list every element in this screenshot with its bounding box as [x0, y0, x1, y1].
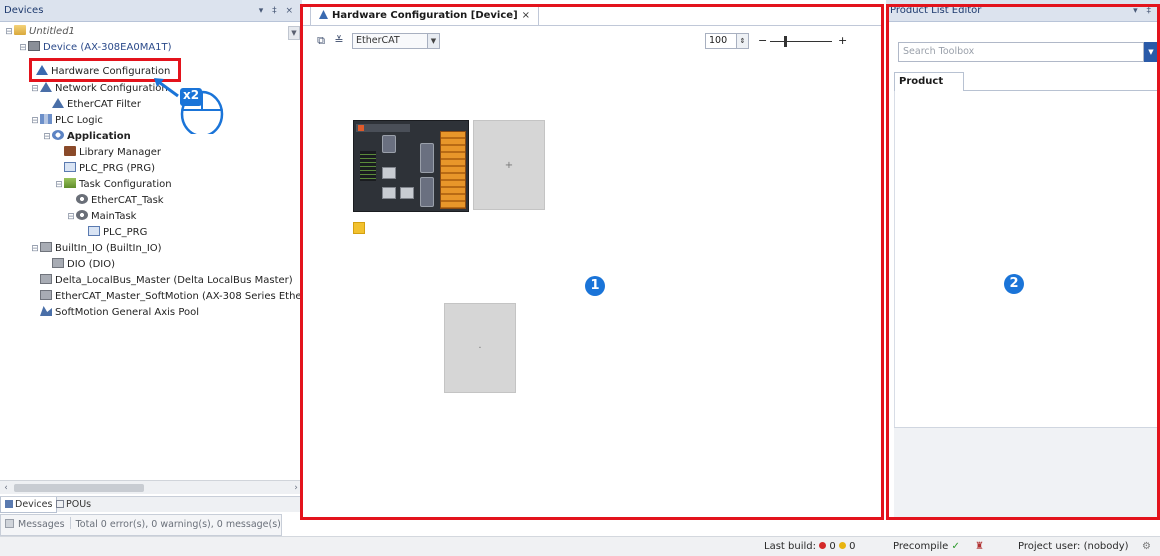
- task-icon: [76, 210, 88, 220]
- user-icon[interactable]: ♜: [975, 537, 984, 556]
- collapse-icon[interactable]: ⊟: [30, 241, 40, 257]
- devices-pane-header: Devices ▾ ‡ ×: [0, 0, 302, 22]
- project-icon: [14, 25, 26, 35]
- double-click-callout: x2: [154, 74, 234, 138]
- tree-item-plc-logic[interactable]: ⊟ PLC Logic: [30, 113, 103, 129]
- collapse-icon[interactable]: ⊟: [18, 40, 28, 56]
- tab-pous[interactable]: POUs: [52, 497, 95, 513]
- task-config-icon: [64, 178, 76, 188]
- error-icon: [819, 542, 827, 549]
- scroll-left-icon[interactable]: ‹: [0, 481, 12, 495]
- tree-item-library-manager[interactable]: Library Manager: [64, 145, 161, 161]
- network-icon: [40, 82, 52, 92]
- collapse-icon[interactable]: ⊟: [30, 81, 40, 97]
- messages-icon: [5, 519, 14, 528]
- last-build-status[interactable]: Last build: 0 0: [764, 537, 855, 556]
- tree-item-ethercat-task[interactable]: EtherCAT_Task: [76, 193, 164, 209]
- horizontal-scrollbar[interactable]: ‹ ›: [0, 480, 302, 494]
- program-icon: [64, 162, 76, 172]
- collapse-icon[interactable]: ⊟: [30, 113, 40, 129]
- messages-bar[interactable]: Messages Total 0 error(s), 0 warning(s), …: [0, 514, 282, 536]
- checkmark-icon: ✓: [951, 541, 960, 552]
- tree-item-ethercat-master[interactable]: EtherCAT_Master_SoftMotion (AX-308 Serie…: [40, 289, 302, 305]
- settings-icon[interactable]: ⚙: [1142, 537, 1151, 556]
- tree-item-application[interactable]: ⊟ Application: [42, 129, 131, 145]
- pane-controls[interactable]: ▾ ‡ ×: [259, 0, 296, 22]
- messages-summary: Total 0 error(s), 0 warning(s), 0 messag…: [75, 519, 281, 530]
- highlight-product-frame: [886, 4, 1160, 520]
- tree-item-task-configuration[interactable]: ⊟ Task Configuration: [54, 177, 172, 193]
- tree-item-plc-prg[interactable]: PLC_PRG (PRG): [64, 161, 155, 177]
- tree-item-dio[interactable]: DIO (DIO): [52, 257, 115, 273]
- tree-item-builtin-io[interactable]: ⊟ BuiltIn_IO (BuiltIn_IO): [30, 241, 162, 257]
- tree-item-localbus-master[interactable]: Delta_LocalBus_Master (Delta LocalBus Ma…: [40, 273, 293, 289]
- tree-item-device[interactable]: ⊟ Device (AX-308EA0MA1T): [18, 40, 172, 56]
- collapse-icon[interactable]: ⊟: [42, 129, 52, 145]
- precompile-status[interactable]: Precompile ✓: [893, 537, 960, 556]
- tree-item-network-configuration[interactable]: ⊟ Network Configuration: [30, 81, 168, 97]
- collapse-icon[interactable]: ⊟: [66, 209, 76, 225]
- pous-tab-icon: [56, 500, 64, 508]
- tree-item-ethercat-filter[interactable]: EtherCAT Filter: [52, 97, 141, 113]
- library-icon: [64, 146, 76, 156]
- warning-icon: [838, 542, 846, 549]
- program-call-icon: [88, 226, 100, 236]
- device-icon: [28, 41, 40, 51]
- io-icon: [40, 290, 52, 300]
- devices-pane-title: Devices: [4, 5, 44, 16]
- io-icon: [52, 258, 64, 268]
- project-user[interactable]: Project user: (nobody): [1018, 537, 1129, 556]
- tree-item-project[interactable]: ⊟ Untitled1: [4, 24, 75, 40]
- application-icon: [52, 130, 64, 140]
- io-icon: [40, 242, 52, 252]
- status-bar: Last build: 0 0 Precompile ✓ ♜ Project u…: [0, 536, 1160, 556]
- tab-devices[interactable]: Devices: [0, 497, 58, 513]
- devices-bottom-tabs: Devices POUs: [0, 496, 302, 513]
- tree-dropdown-button[interactable]: ▼: [288, 26, 300, 40]
- devices-tab-icon: [5, 500, 13, 508]
- tree-item-plc-prg-call[interactable]: PLC_PRG: [88, 225, 147, 241]
- double-click-label: x2: [182, 88, 200, 102]
- tree-item-maintask[interactable]: ⊟ MainTask: [66, 209, 136, 225]
- task-icon: [76, 194, 88, 204]
- tree-item-axis-pool[interactable]: SoftMotion General Axis Pool: [40, 305, 199, 321]
- axis-pool-icon: [40, 306, 52, 316]
- scrollbar-thumb[interactable]: [14, 484, 144, 492]
- io-icon: [40, 274, 52, 284]
- plc-logic-icon: [40, 114, 52, 124]
- filter-icon: [52, 98, 64, 108]
- mouse-double-click-icon: [154, 78, 224, 138]
- collapse-icon[interactable]: ⊟: [54, 177, 64, 193]
- messages-label: Messages: [18, 519, 65, 530]
- highlight-editor-frame: [300, 4, 884, 520]
- collapse-icon[interactable]: ⊟: [4, 24, 14, 40]
